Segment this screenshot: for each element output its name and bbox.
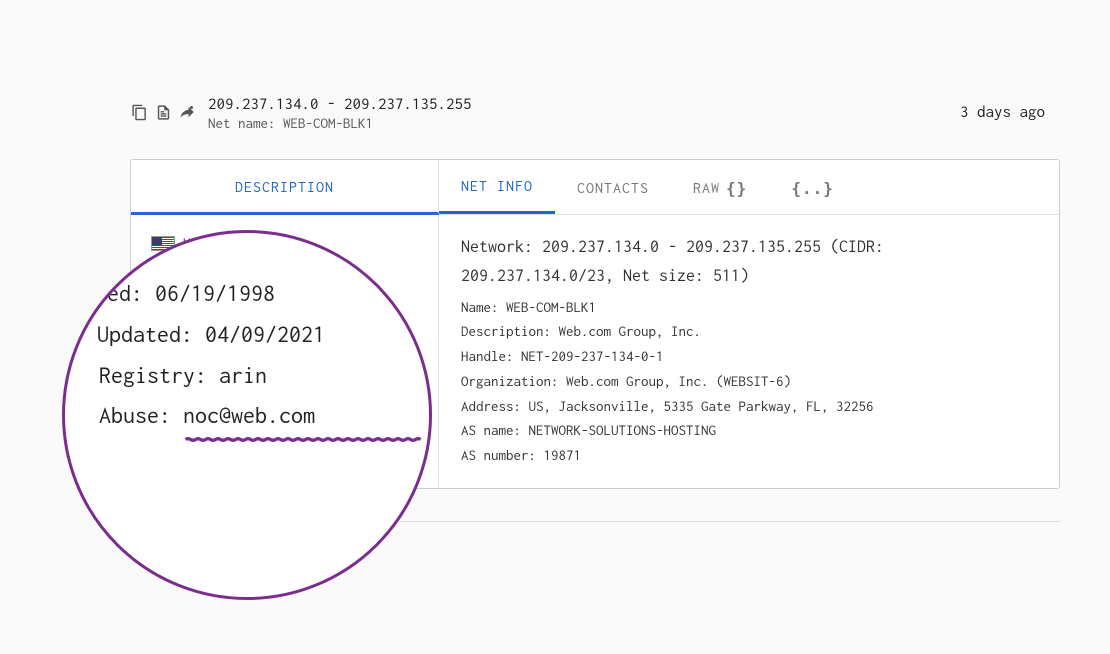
title-block: 209.237.134.0 - 209.237.135.255 Net name… <box>208 95 948 131</box>
copy-icon[interactable] <box>130 103 148 121</box>
name-line: Name: WEB-COM-BLK1 <box>461 295 1037 320</box>
tabs: DESCRIPTION NET INFO CONTACTS RAW {} {..… <box>131 160 1059 215</box>
tab-netinfo[interactable]: NET INFO <box>439 160 555 214</box>
netinfo-panel: Network: 209.237.134.0 - 209.237.135.255… <box>439 215 1059 488</box>
tab-raw-label: RAW <box>693 180 720 197</box>
netname-value: WEB-COM-BLK1 <box>283 115 373 131</box>
tab-raw[interactable]: RAW {} <box>671 160 769 214</box>
share-icon[interactable] <box>178 103 196 121</box>
tab-description[interactable]: DESCRIPTION <box>131 160 439 215</box>
ip-range-text: 209.237.134.0 - 209.237.135.255 <box>208 95 948 113</box>
zoom-line-updated: Updated: 04/09/2021 <box>97 314 325 355</box>
highlight-underline <box>161 437 432 442</box>
result-header: 209.237.134.0 - 209.237.135.255 Net name… <box>130 95 1045 131</box>
asname-line: AS name: NETWORK-SOLUTIONS-HOSTING <box>461 418 1037 443</box>
zoom-line-registry: Registry: arin <box>99 355 325 396</box>
network-line: Network: 209.237.134.0 - 209.237.135.255… <box>461 233 1037 291</box>
org-line: Organization: Web.com Group, Inc. (WEBSI… <box>461 369 1037 394</box>
action-icons <box>130 95 196 121</box>
tab-contacts[interactable]: CONTACTS <box>555 160 671 214</box>
zoom-line-created: Created: 06/19/1998 <box>62 273 325 314</box>
tab-json[interactable]: {..} <box>769 160 856 214</box>
braces-icon: {} <box>726 179 747 198</box>
json-braces-icon: {..} <box>791 179 834 198</box>
zoom-highlight-circle: Created: 06/19/1998 Updated: 04/09/2021 … <box>62 230 432 600</box>
desc-line: Description: Web.com Group, Inc. <box>461 319 1037 344</box>
document-icon[interactable] <box>154 103 172 121</box>
handle-line: Handle: NET-209-237-134-0-1 <box>461 344 1037 369</box>
timestamp: 3 days ago <box>960 95 1045 121</box>
zoom-content: Created: 06/19/1998 Updated: 04/09/2021 … <box>99 273 325 436</box>
netname-label: Net name: <box>208 115 283 131</box>
netname-line: Net name: WEB-COM-BLK1 <box>208 115 948 131</box>
asnumber-line: AS number: 19871 <box>461 443 1037 468</box>
zoom-line-abuse: Abuse: noc@web.com <box>99 395 325 436</box>
address-line: Address: US, Jacksonville, 5335 Gate Par… <box>461 394 1037 419</box>
